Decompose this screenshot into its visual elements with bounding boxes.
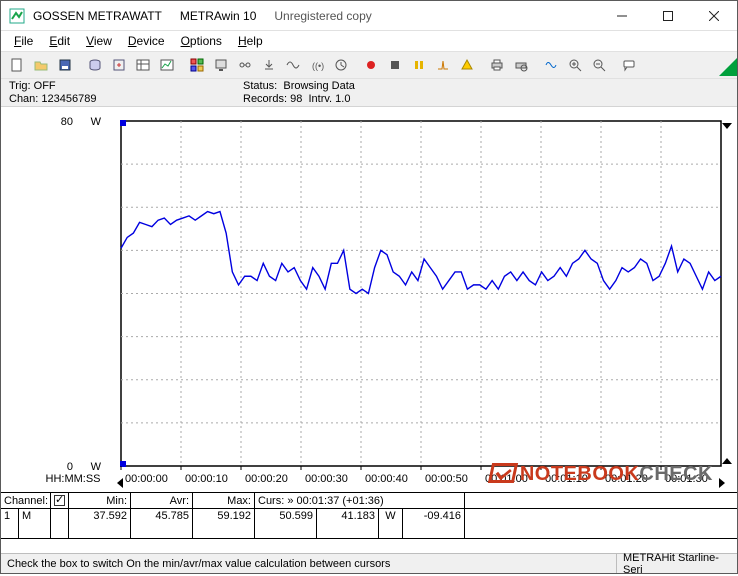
data-table: Channel: Min: Avr: Max: Curs: » 00:01:37… bbox=[1, 492, 737, 539]
row-avr: 45.785 bbox=[131, 509, 193, 538]
row-ch-check[interactable] bbox=[51, 509, 69, 538]
tb-printpreview-icon[interactable] bbox=[510, 54, 532, 76]
status-value: Browsing Data bbox=[283, 80, 355, 92]
row-ch-mark: M bbox=[19, 509, 51, 538]
trig-value: OFF bbox=[34, 80, 56, 92]
chart-area[interactable]: 800WWHH:MM:SS00:00:0000:00:1000:00:2000:… bbox=[1, 107, 737, 492]
menu-view[interactable]: View bbox=[79, 32, 119, 50]
svg-text:00:00:50: 00:00:50 bbox=[425, 473, 468, 485]
records-label: Records: bbox=[243, 93, 287, 105]
tb-signal-icon[interactable] bbox=[282, 54, 304, 76]
minimize-button[interactable] bbox=[599, 1, 645, 31]
statusbar-hint: Check the box to switch On the min/avr/m… bbox=[1, 554, 617, 573]
tb-open-icon[interactable] bbox=[30, 54, 52, 76]
svg-text:00:01:30: 00:01:30 bbox=[665, 473, 708, 485]
intrv-value: 1.0 bbox=[335, 93, 350, 105]
tb-new-icon[interactable] bbox=[6, 54, 28, 76]
title-state: Unregistered copy bbox=[274, 9, 371, 23]
trig-label: Trig: bbox=[9, 80, 31, 92]
tb-stop-icon[interactable] bbox=[384, 54, 406, 76]
menu-help[interactable]: Help bbox=[231, 32, 270, 50]
col-max: Max: bbox=[193, 493, 255, 508]
svg-text:W: W bbox=[91, 461, 102, 473]
statusbar-device: METRAHit Starline-Seri bbox=[617, 554, 737, 573]
svg-text:80: 80 bbox=[61, 116, 73, 128]
svg-text:00:00:20: 00:00:20 bbox=[245, 473, 288, 485]
svg-text:00:00:00: 00:00:00 bbox=[125, 473, 168, 485]
svg-text:00:00:30: 00:00:30 bbox=[305, 473, 348, 485]
tb-export-icon[interactable] bbox=[108, 54, 130, 76]
menu-options[interactable]: Options bbox=[174, 32, 229, 50]
col-channel: Channel: bbox=[1, 493, 51, 508]
status-strip: Trig: OFF Chan: 123456789 Status: Browsi… bbox=[1, 79, 737, 107]
tb-comment-icon[interactable] bbox=[618, 54, 640, 76]
titlebar: GOSSEN METRAWATT METRAwin 10 Unregistere… bbox=[1, 1, 737, 31]
row-unit: W bbox=[379, 509, 403, 538]
col-checkbox bbox=[51, 493, 69, 508]
close-button[interactable] bbox=[691, 1, 737, 31]
svg-text:00:01:10: 00:01:10 bbox=[545, 473, 588, 485]
svg-text:00:01:20: 00:01:20 bbox=[605, 473, 648, 485]
toolbar-accent-icon bbox=[719, 58, 737, 76]
tb-table-icon[interactable] bbox=[132, 54, 154, 76]
svg-text:00:01:00: 00:01:00 bbox=[485, 473, 528, 485]
intrv-label: Intrv. bbox=[308, 93, 332, 105]
tb-device-icon[interactable] bbox=[210, 54, 232, 76]
menu-file[interactable]: File bbox=[7, 32, 40, 50]
col-curs: Curs: » 00:01:37 (+01:36) bbox=[255, 493, 465, 508]
tb-save-icon[interactable] bbox=[54, 54, 76, 76]
title-product: METRAwin 10 bbox=[180, 9, 256, 23]
tb-scale-icon[interactable] bbox=[540, 54, 562, 76]
tb-antenna-icon[interactable]: ((•)) bbox=[306, 54, 328, 76]
records-value: 98 bbox=[290, 93, 302, 105]
tb-channels-icon[interactable] bbox=[186, 54, 208, 76]
tb-alarm-icon[interactable] bbox=[456, 54, 478, 76]
title-company: GOSSEN METRAWATT bbox=[33, 9, 162, 23]
tb-zoomout-icon[interactable] bbox=[588, 54, 610, 76]
col-avr: Avr: bbox=[131, 493, 193, 508]
tb-chart-icon[interactable] bbox=[156, 54, 178, 76]
chan-value: 123456789 bbox=[41, 93, 96, 105]
app-window: GOSSEN METRAWATT METRAwin 10 Unregistere… bbox=[0, 0, 738, 574]
svg-text:00:00:40: 00:00:40 bbox=[365, 473, 408, 485]
toolbar: ((•)) bbox=[1, 51, 737, 79]
tb-download-icon[interactable] bbox=[258, 54, 280, 76]
maximize-button[interactable] bbox=[645, 1, 691, 31]
svg-text:HH:MM:SS: HH:MM:SS bbox=[46, 473, 101, 485]
app-logo-icon bbox=[9, 8, 25, 24]
tb-record-icon[interactable] bbox=[360, 54, 382, 76]
statusbar: Check the box to switch On the min/avr/m… bbox=[1, 553, 737, 573]
menubar: File Edit View Device Options Help bbox=[1, 31, 737, 51]
status-label: Status: bbox=[243, 80, 277, 92]
table-row: 1 M 37.592 45.785 59.192 50.599 41.183 W… bbox=[1, 509, 737, 539]
header-checkbox[interactable] bbox=[54, 495, 65, 506]
row-max: 59.192 bbox=[193, 509, 255, 538]
row-min: 37.592 bbox=[69, 509, 131, 538]
menu-device[interactable]: Device bbox=[121, 32, 172, 50]
tb-connect-icon[interactable] bbox=[234, 54, 256, 76]
svg-text:0: 0 bbox=[67, 461, 73, 473]
tb-zoomin-icon[interactable] bbox=[564, 54, 586, 76]
svg-text:W: W bbox=[91, 116, 102, 128]
chart-svg: 800WWHH:MM:SS00:00:0000:00:1000:00:2000:… bbox=[1, 107, 737, 492]
tb-clock-icon[interactable] bbox=[330, 54, 352, 76]
svg-text:((•)): ((•)) bbox=[312, 61, 324, 71]
svg-text:00:00:10: 00:00:10 bbox=[185, 473, 228, 485]
tb-print-icon[interactable] bbox=[486, 54, 508, 76]
row-ch-num: 1 bbox=[1, 509, 19, 538]
row-cursB: 41.183 bbox=[317, 509, 379, 538]
chan-label: Chan: bbox=[9, 93, 38, 105]
col-min: Min: bbox=[69, 493, 131, 508]
table-header: Channel: Min: Avr: Max: Curs: » 00:01:37… bbox=[1, 493, 737, 509]
tb-pause-icon[interactable] bbox=[408, 54, 430, 76]
menu-edit[interactable]: Edit bbox=[42, 32, 77, 50]
row-cursA: 50.599 bbox=[255, 509, 317, 538]
tb-exportdb-icon[interactable] bbox=[84, 54, 106, 76]
tb-trigger-icon[interactable] bbox=[432, 54, 454, 76]
row-diff: -09.416 bbox=[403, 509, 465, 538]
